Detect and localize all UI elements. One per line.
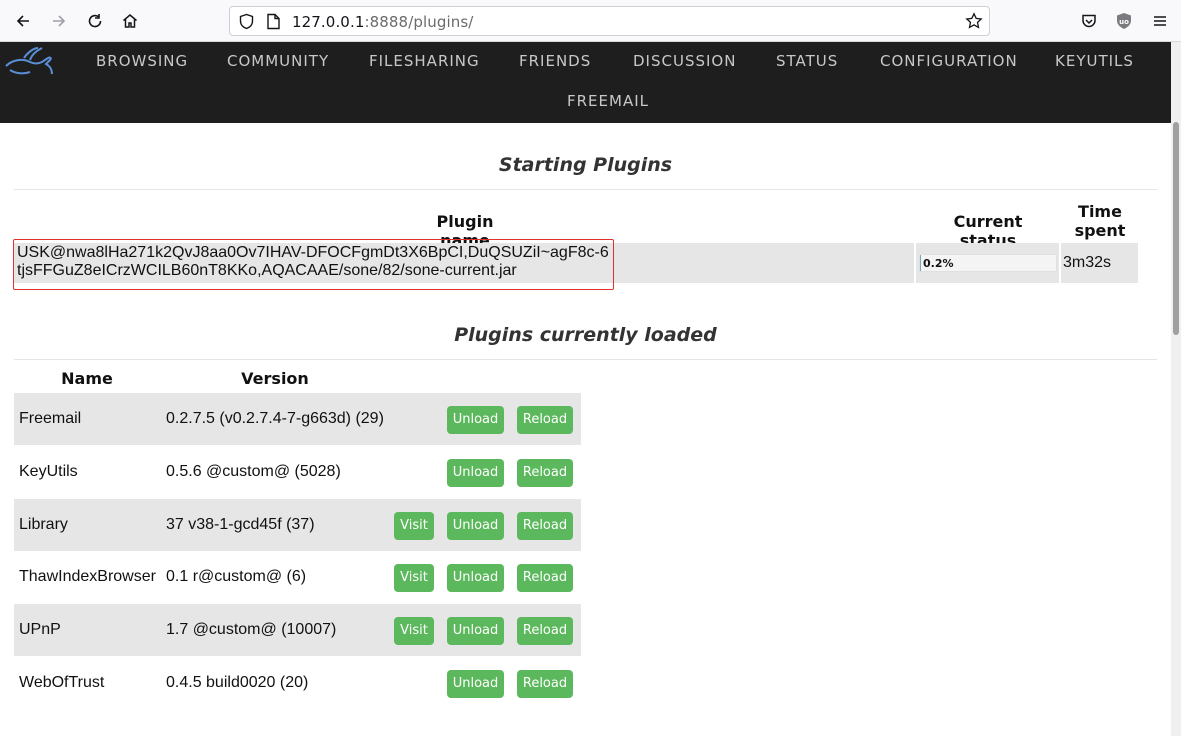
plugin-row-freemail: Freemail 0.2.7.5 (v0.2.7.4-7-g663d) (29)… <box>14 393 581 445</box>
unload-button[interactable]: Unload <box>447 617 504 645</box>
starting-plugins-title: Starting Plugins <box>498 154 673 176</box>
divider <box>14 189 1157 190</box>
progress-label: 0.2% <box>923 257 954 270</box>
visit-button[interactable]: Visit <box>394 617 434 645</box>
browser-toolbar: 127.0.0.1:8888/plugins/ uo <box>0 0 1181 42</box>
nav-community[interactable]: COMMUNITY <box>227 52 329 70</box>
loaded-plugins-title: Plugins currently loaded <box>454 324 717 346</box>
svg-text:uo: uo <box>1119 18 1129 26</box>
visit-button[interactable]: Visit <box>394 564 434 592</box>
plugin-version: 0.2.7.5 (v0.2.7.4-7-g663d) (29) <box>166 410 384 427</box>
nav-freemail[interactable]: FREEMAIL <box>567 92 649 110</box>
forward-arrow-icon <box>53 15 66 27</box>
plugin-version: 0.1 r@custom@ (6) <box>166 568 307 585</box>
unload-button[interactable]: Unload <box>447 512 504 540</box>
pocket-button[interactable] <box>1074 6 1104 36</box>
reload-plugin-button[interactable]: Reload <box>517 670 573 698</box>
plugin-row-upnp: UPnP 1.7 @custom@ (10007) Visit Unload R… <box>14 604 581 656</box>
reload-plugin-button[interactable]: Reload <box>517 459 573 487</box>
header-name: Name <box>61 369 113 388</box>
back-arrow-icon <box>16 15 29 27</box>
plugin-name: Library <box>19 516 68 533</box>
plugin-row-keyutils: KeyUtils 0.5.6 @custom@ (5028) Unload Re… <box>14 446 581 498</box>
url-bar[interactable]: 127.0.0.1:8888/plugins/ <box>229 6 990 36</box>
nav-keyutils[interactable]: KEYUTILS <box>1055 52 1134 70</box>
plugin-version: 0.4.5 build0020 (20) <box>166 674 309 691</box>
reload-button[interactable] <box>80 6 110 36</box>
nav-discussion[interactable]: DISCUSSION <box>633 52 736 70</box>
unload-button[interactable]: Unload <box>447 564 504 592</box>
reload-icon <box>88 14 102 28</box>
plugin-row-library: Library 37 v38-1-gcd45f (37) Visit Unloa… <box>14 499 581 551</box>
nav-filesharing[interactable]: FILESHARING <box>369 52 480 70</box>
time-spent-value: 3m32s <box>1063 254 1112 271</box>
reload-plugin-button[interactable]: Reload <box>517 406 573 434</box>
plugin-name: WebOfTrust <box>19 674 105 691</box>
ublock-shield-icon: uo <box>1117 13 1131 29</box>
forward-button[interactable] <box>44 6 74 36</box>
url-host: 127.0.0.1 <box>292 13 365 31</box>
nav-status[interactable]: STATUS <box>776 52 838 70</box>
page-icon[interactable] <box>266 13 281 30</box>
unload-button[interactable]: Unload <box>447 406 504 434</box>
unload-button[interactable]: Unload <box>447 670 504 698</box>
page-scrollbar[interactable] <box>1171 42 1181 736</box>
bookmark-star-icon[interactable] <box>965 12 983 30</box>
back-button[interactable] <box>8 6 38 36</box>
pocket-icon <box>1082 14 1096 28</box>
url-text[interactable]: 127.0.0.1:8888/plugins/ <box>292 13 473 31</box>
visit-button[interactable]: Visit <box>394 512 434 540</box>
nav-browsing[interactable]: BROWSING <box>96 52 188 70</box>
plugin-name: UPnP <box>19 621 61 638</box>
unload-button[interactable]: Unload <box>447 459 504 487</box>
scrollbar-thumb[interactable] <box>1173 122 1179 335</box>
hamburger-menu-icon <box>1154 16 1166 26</box>
reload-plugin-button[interactable]: Reload <box>517 512 573 540</box>
highlight-box <box>13 239 614 290</box>
plugin-row-weboftrust: WebOfTrust 0.4.5 build0020 (20) Unload R… <box>14 657 581 709</box>
plugin-version: 1.7 @custom@ (10007) <box>166 621 337 638</box>
plugin-name: ThawIndexBrowser <box>19 568 156 585</box>
progress-bar: 0.2% <box>919 254 1057 272</box>
reload-plugin-button[interactable]: Reload <box>517 564 573 592</box>
home-button[interactable] <box>115 6 145 36</box>
home-icon <box>123 14 137 28</box>
header-time-spent: Time spent <box>1074 202 1126 240</box>
plugin-version: 0.5.6 @custom@ (5028) <box>166 463 341 480</box>
shield-icon[interactable] <box>238 13 255 30</box>
freenet-rabbit-logo-icon[interactable] <box>4 44 54 80</box>
plugin-name: KeyUtils <box>19 463 78 480</box>
plugin-name: Freemail <box>19 410 82 427</box>
plugin-version: 37 v38-1-gcd45f (37) <box>166 516 315 533</box>
divider <box>14 359 1157 360</box>
url-path: :8888/plugins/ <box>364 13 474 31</box>
nav-configuration[interactable]: CONFIGURATION <box>880 52 1018 70</box>
nav-friends[interactable]: FRIENDS <box>519 52 591 70</box>
header-version: Version <box>241 369 309 388</box>
freenet-navbar: BROWSING COMMUNITY FILESHARING FRIENDS D… <box>0 42 1171 123</box>
reload-plugin-button[interactable]: Reload <box>517 617 573 645</box>
ublock-button[interactable]: uo <box>1109 6 1139 36</box>
plugin-row-thawindexbrowser: ThawIndexBrowser 0.1 r@custom@ (6) Visit… <box>14 551 581 603</box>
menu-button[interactable] <box>1145 6 1175 36</box>
